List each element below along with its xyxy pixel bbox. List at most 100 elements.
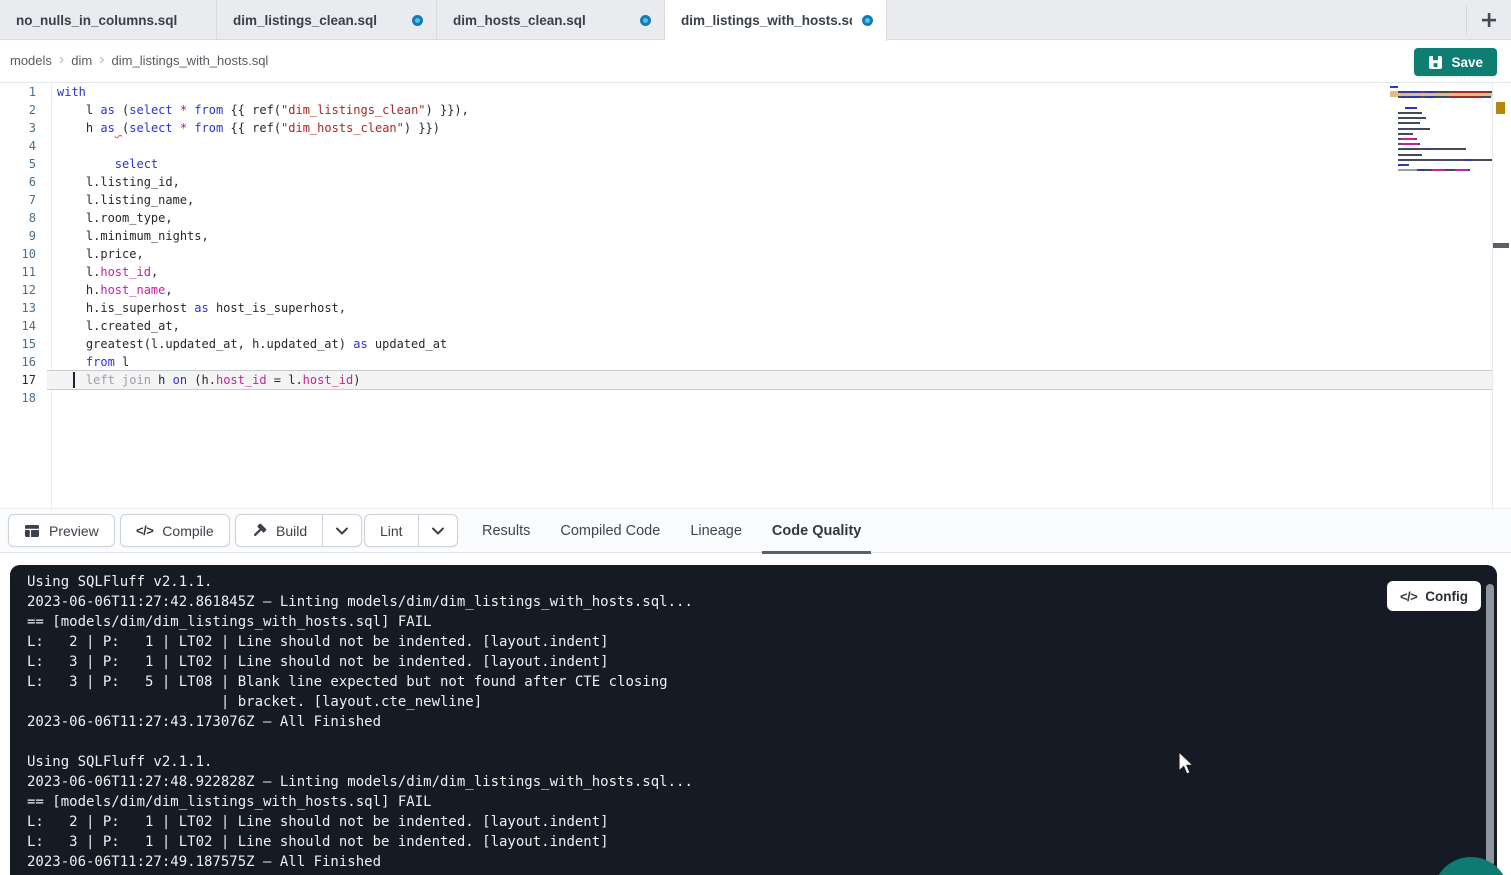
terminal-panel: Using SQLFluff v2.1.1.2023-06-06T11:27:4…: [10, 565, 1497, 875]
code-line-17[interactable]: 17 left join h on (h.host_id = l.host_id…: [0, 371, 1511, 389]
tab-label: dim_listings_with_hosts.sql: [681, 13, 852, 28]
compile-button-label: Compile: [162, 523, 213, 539]
code-line-14[interactable]: 14 l.created_at,: [0, 317, 1511, 335]
build-button[interactable]: Build: [236, 515, 323, 546]
code-line-9[interactable]: 9 l.minimum_nights,: [0, 227, 1511, 245]
terminal-output: Using SQLFluff v2.1.1.2023-06-06T11:27:4…: [27, 572, 1463, 872]
code-line-16[interactable]: 16 from l: [0, 353, 1511, 371]
minimap-line: [1390, 112, 1422, 115]
terminal-scrollbar-thumb[interactable]: [1486, 584, 1494, 866]
minimap-line: [1390, 154, 1422, 157]
minimap-line: [1390, 133, 1413, 136]
minimap-line: [1390, 159, 1492, 162]
editor-tab-dim_listings_with_hosts.sql[interactable]: dim_listings_with_hosts.sql: [665, 0, 887, 41]
panel-tab-code-quality[interactable]: Code Quality: [760, 509, 873, 553]
code-text: l as (select * from {{ ref("dim_listings…: [57, 101, 469, 119]
tab-label: dim_hosts_clean.sql: [453, 13, 630, 28]
line-number: 10: [0, 245, 36, 263]
line-number: 11: [0, 263, 36, 281]
build-button-label: Build: [276, 523, 307, 539]
editor-tab-dim_listings_clean.sql[interactable]: dim_listings_clean.sql: [217, 0, 437, 40]
breadcrumb-item[interactable]: models: [10, 53, 52, 68]
panel-tab-results[interactable]: Results: [470, 509, 542, 553]
breadcrumb-item[interactable]: dim_listings_with_hosts.sql: [112, 53, 269, 68]
result-panel-tabs: ResultsCompiled CodeLineageCode Quality: [470, 509, 873, 553]
breadcrumb-item[interactable]: dim: [71, 53, 92, 68]
terminal-line: 2023-06-06T11:27:42.861845Z — Linting mo…: [27, 592, 1463, 612]
terminal-line: L: 3 | P: 5 | LT08 | Blank line expected…: [27, 672, 1463, 692]
code-text: l.listing_name,: [57, 191, 194, 209]
code-text: h.is_superhost as host_is_superhost,: [57, 299, 346, 317]
terminal-line: L: 2 | P: 1 | LT02 | Line should not be …: [27, 632, 1463, 652]
panel-tab-lineage[interactable]: Lineage: [678, 509, 754, 553]
text-cursor: [73, 372, 75, 388]
code-line-15[interactable]: 15 greatest(l.updated_at, h.updated_at) …: [0, 335, 1511, 353]
editor-tab-no_nulls_in_columns.sql[interactable]: no_nulls_in_columns.sql: [0, 0, 217, 40]
terminal-line: 2023-06-06T11:27:43.173076Z — All Finish…: [27, 712, 1463, 732]
line-number: 7: [0, 191, 36, 209]
panel-tab-compiled-code[interactable]: Compiled Code: [548, 509, 672, 553]
save-button[interactable]: Save: [1414, 48, 1497, 76]
minimap-line: [1390, 122, 1420, 125]
terminal-line: | bracket. [layout.cte_newline]: [27, 692, 1463, 712]
code-line-2[interactable]: 2 l as (select * from {{ ref("dim_listin…: [0, 101, 1511, 119]
new-tab-button[interactable]: [1474, 6, 1504, 34]
save-icon: [1428, 55, 1443, 70]
lint-button-group: Lint: [364, 514, 458, 547]
lint-warning-marker-icon[interactable]: [1496, 102, 1505, 114]
code-line-12[interactable]: 12 h.host_name,: [0, 281, 1511, 299]
line-number: 5: [0, 155, 36, 173]
terminal-line: Using SQLFluff v2.1.1.: [27, 752, 1463, 772]
build-menu-button[interactable]: [323, 515, 361, 546]
code-icon: </>: [136, 523, 153, 538]
code-line-7[interactable]: 7 l.listing_name,: [0, 191, 1511, 209]
line-number: 13: [0, 299, 36, 317]
code-line-11[interactable]: 11 l.host_id,: [0, 263, 1511, 281]
terminal-line: 2023-06-06T11:27:48.922828Z — Linting mo…: [27, 772, 1463, 792]
code-line-13[interactable]: 13 h.is_superhost as host_is_superhost,: [0, 299, 1511, 317]
lint-button-label: Lint: [380, 523, 403, 539]
compile-button[interactable]: </> Compile: [120, 514, 230, 547]
tab-bar-divider: [1466, 6, 1467, 34]
minimap[interactable]: [1390, 86, 1492, 188]
config-button[interactable]: </> Config: [1387, 581, 1481, 611]
code-line-8[interactable]: 8 l.room_type,: [0, 209, 1511, 227]
code-line-18[interactable]: 18: [0, 389, 1511, 407]
lint-button[interactable]: Lint: [365, 515, 419, 546]
editor-right-divider: [1492, 83, 1493, 508]
code-editor[interactable]: 1with2 l as (select * from {{ ref("dim_l…: [0, 83, 1511, 508]
code-line-3[interactable]: 3 h as (select * from {{ ref("dim_hosts_…: [0, 119, 1511, 137]
code-line-1[interactable]: 1with: [0, 83, 1511, 101]
code-text: h as (select * from {{ ref("dim_hosts_cl…: [57, 119, 440, 137]
unsaved-changes-dot-icon: [640, 15, 651, 26]
minimap-line: [1390, 128, 1430, 131]
code-text: l.listing_id,: [57, 173, 180, 191]
code-line-6[interactable]: 6 l.listing_id,: [0, 173, 1511, 191]
save-button-label: Save: [1451, 55, 1483, 70]
terminal-line: L: 3 | P: 1 | LT02 | Line should not be …: [27, 652, 1463, 672]
editor-tab-bar: no_nulls_in_columns.sqldim_listings_clea…: [0, 0, 1511, 40]
terminal-line: Using SQLFluff v2.1.1.: [27, 572, 1463, 592]
code-text: select: [57, 155, 158, 173]
minimap-line: [1390, 117, 1426, 120]
table-icon: [24, 523, 40, 539]
code-line-5[interactable]: 5 select: [0, 155, 1511, 173]
editor-tab-dim_hosts_clean.sql[interactable]: dim_hosts_clean.sql: [437, 0, 665, 40]
minimap-line: [1390, 148, 1466, 151]
preview-button[interactable]: Preview: [8, 514, 115, 547]
line-number: 2: [0, 101, 36, 119]
code-line-10[interactable]: 10 l.price,: [0, 245, 1511, 263]
minimap-line: [1390, 96, 1491, 99]
minimap-line: [1390, 138, 1417, 141]
plus-icon: [1481, 12, 1497, 28]
lint-menu-button[interactable]: [419, 515, 457, 546]
line-number: 14: [0, 317, 36, 335]
line-number: 3: [0, 119, 36, 137]
code-line-4[interactable]: 4: [0, 137, 1511, 155]
line-number: 4: [0, 137, 36, 155]
code-text: l.room_type,: [57, 209, 173, 227]
mouse-cursor-icon: [1178, 751, 1195, 781]
action-bar: Preview </> Compile Build: [0, 508, 1511, 553]
unsaved-changes-dot-icon: [412, 15, 423, 26]
editor-scrollbar-marker[interactable]: [1493, 243, 1509, 248]
